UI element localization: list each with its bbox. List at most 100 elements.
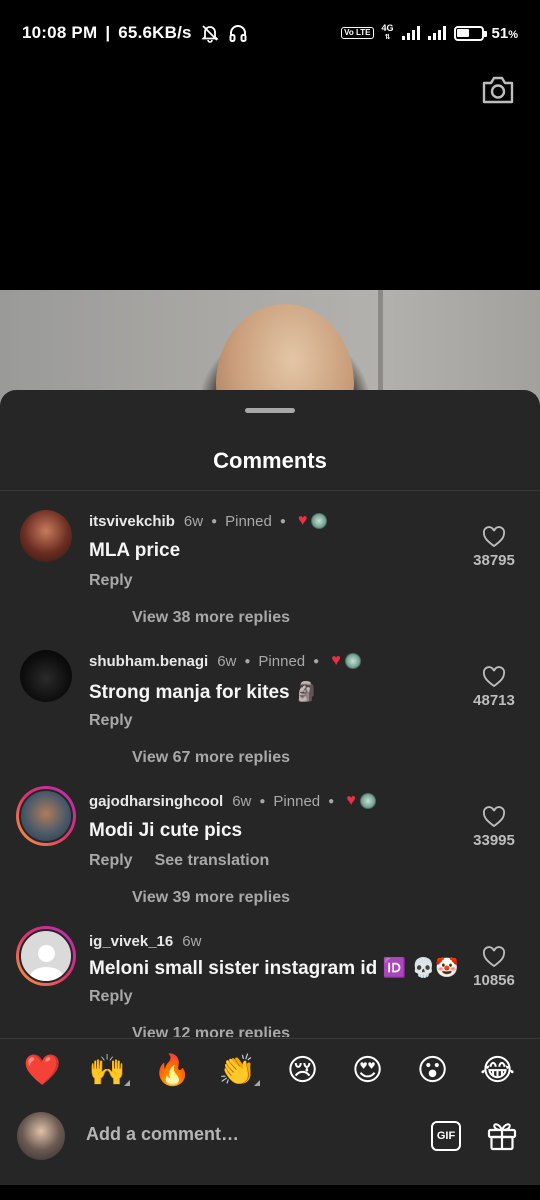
creator-avatar-icon [344, 653, 361, 669]
battery-value: 51 [491, 24, 509, 42]
comment-age: 6w [183, 512, 204, 530]
reply-button[interactable]: Reply [89, 988, 133, 1006]
comment-item: shubham.benagi 6w ● Pinned ● ♥ Strong ma… [0, 650, 540, 790]
emoji-surprised-face[interactable]: 😮 [411, 1053, 455, 1088]
comment-username[interactable]: itsvivekchib [89, 513, 175, 530]
add-comment-input[interactable]: Add a comment… [86, 1124, 239, 1145]
emoji-reaction-bar: ❤️ 🙌 🔥 👏 😢 😍 😮 😂 [0, 1038, 540, 1102]
see-translation-button[interactable]: See translation [155, 852, 270, 870]
creator-avatar-icon [359, 793, 376, 809]
like-count: 10856 [473, 972, 515, 989]
like-button[interactable]: 38795 [464, 526, 524, 569]
reply-button[interactable]: Reply [89, 852, 133, 870]
avatar[interactable] [16, 926, 76, 986]
gif-button[interactable]: GIF [431, 1121, 461, 1151]
avatar[interactable] [16, 786, 76, 846]
creator-heart-icon: ♥ [346, 792, 356, 809]
creator-heart-icon: ♥ [297, 512, 308, 529]
reply-button[interactable]: Reply [89, 572, 133, 590]
comment-text: Meloni small sister instagram id 🆔 💀🤡 [89, 958, 459, 979]
emoji-fire[interactable]: 🔥 [151, 1053, 195, 1088]
system-nav-area [0, 1185, 540, 1200]
emoji-laughing-tears[interactable]: 😂 [476, 1053, 520, 1088]
creator-heart-icon: ♥ [331, 652, 341, 669]
camera-icon[interactable] [480, 72, 516, 108]
comment-text: MLA price [89, 540, 181, 561]
comments-list[interactable]: itsvivekchib 6w ● Pinned ● ♥ MLA price R… [0, 510, 540, 1037]
comment-meta: shubham.benagi 6w ● Pinned ● ♥ [89, 650, 361, 672]
gift-icon[interactable] [485, 1118, 519, 1152]
avatar[interactable] [20, 650, 72, 702]
sheet-drag-handle[interactable] [245, 408, 295, 413]
status-left: 10:08 PM | 65.6KB/s [22, 23, 248, 43]
sheet-title: Comments [213, 448, 327, 473]
dot-separator: ● [279, 515, 286, 527]
dot-separator: ● [259, 795, 266, 807]
network-type-label: 4G [381, 23, 394, 33]
like-button[interactable]: 33995 [464, 806, 524, 849]
status-separator: | [105, 23, 111, 42]
network-speed: 65.6KB/s [118, 23, 192, 42]
status-bar: 10:08 PM | 65.6KB/s Vo LTE 4G ⇅ 51% [0, 0, 540, 66]
emoji-crying-face[interactable]: 😢 [281, 1053, 325, 1088]
battery-percent: 51% [492, 25, 518, 42]
sheet-divider [0, 490, 540, 491]
emoji-clapping-hands[interactable]: 👏 [216, 1053, 260, 1088]
like-count: 33995 [473, 832, 515, 849]
comment-username[interactable]: ig_vivek_16 [89, 933, 173, 950]
battery-fill [457, 29, 469, 37]
heart-outline-icon[interactable] [482, 806, 506, 828]
comment-meta: itsvivekchib 6w ● Pinned ● ♥ [89, 510, 328, 532]
view-replies-button[interactable]: View 12 more replies [132, 1025, 290, 1037]
battery-unit: % [508, 28, 518, 41]
signal-icon-sim2 [427, 26, 446, 40]
comment-age: 6w [217, 652, 237, 670]
like-count: 48713 [473, 692, 515, 709]
view-replies-button[interactable]: View 38 more replies [132, 609, 290, 627]
comment-item: gajodharsinghcool 6w ● Pinned ● ♥ Modi J… [0, 786, 540, 930]
emoji-heart-eyes[interactable]: 😍 [346, 1053, 390, 1088]
network-type: 4G ⇅ [382, 24, 394, 42]
status-time: 10:08 PM [22, 23, 98, 42]
dot-separator: ● [328, 795, 335, 807]
heart-outline-icon[interactable] [482, 666, 506, 688]
comment-age: 6w [232, 792, 252, 810]
pinned-label: Pinned [258, 652, 306, 670]
comment-username[interactable]: gajodharsinghcool [89, 793, 223, 810]
dot-separator: ● [313, 655, 320, 667]
signal-icon [401, 26, 420, 40]
comment-text: Strong manja for kites 🗿 [89, 682, 319, 703]
battery-icon [453, 25, 487, 41]
comment-username[interactable]: shubham.benagi [89, 653, 208, 670]
comment-actions: Reply [89, 572, 133, 590]
view-replies-button[interactable]: View 67 more replies [132, 749, 290, 767]
comment-actions: Reply [89, 712, 133, 730]
heart-outline-icon[interactable] [482, 526, 506, 548]
comment-age: 6w [182, 932, 202, 950]
reply-button[interactable]: Reply [89, 712, 133, 730]
like-button[interactable]: 10856 [464, 946, 524, 989]
emoji-raising-hands[interactable]: 🙌 [86, 1053, 130, 1088]
status-right: Vo LTE 4G ⇅ 51% [341, 24, 518, 42]
like-button[interactable]: 48713 [464, 666, 524, 709]
emoji-red-heart[interactable]: ❤️ [21, 1053, 65, 1088]
volte-badge: Vo LTE [341, 27, 374, 39]
comments-sheet: Comments itsvivekchib 6w ● Pinned ● ♥ ML… [0, 390, 540, 1200]
comment-composer: Add a comment… GIF [0, 1106, 540, 1166]
pinned-label: Pinned [225, 512, 272, 530]
headphones-icon [229, 25, 247, 42]
heart-outline-icon[interactable] [482, 946, 506, 968]
comment-meta: gajodharsinghcool 6w ● Pinned ● ♥ [89, 790, 376, 812]
view-replies-button[interactable]: View 39 more replies [132, 889, 290, 907]
comment-actions: Reply [89, 988, 133, 1006]
dot-separator: ● [244, 655, 251, 667]
my-avatar [17, 1112, 65, 1160]
comment-text: Modi Ji cute pics [89, 820, 243, 841]
avatar[interactable] [20, 510, 72, 562]
comment-item: ig_vivek_16 6w Meloni small sister insta… [0, 926, 540, 1037]
default-avatar-head [37, 945, 55, 962]
comment-actions: Reply See translation [89, 852, 269, 870]
comment-item: itsvivekchib 6w ● Pinned ● ♥ MLA price R… [0, 510, 540, 650]
muted-bell-icon [201, 25, 219, 43]
like-count: 38795 [473, 552, 515, 569]
